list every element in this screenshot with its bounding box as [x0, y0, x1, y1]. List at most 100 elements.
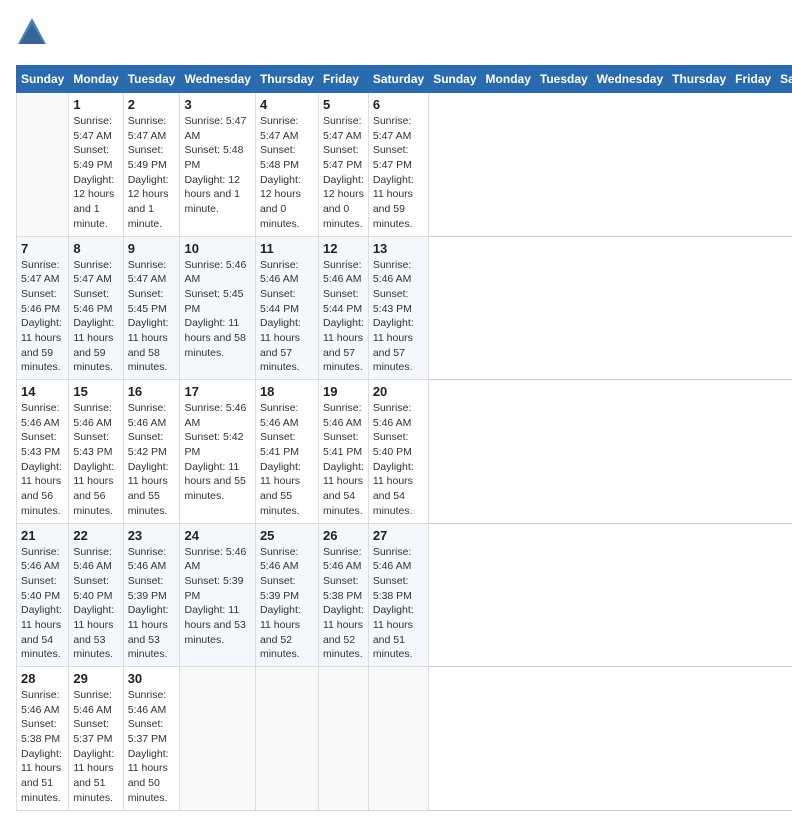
page-header: [16, 16, 776, 53]
day-info: Sunrise: 5:46 AMSunset: 5:38 PMDaylight:…: [21, 688, 64, 806]
day-info: Sunrise: 5:47 AMSunset: 5:48 PMDaylight:…: [260, 114, 314, 232]
day-number: 2: [128, 97, 176, 112]
logo-icon: [16, 16, 48, 53]
day-number: 11: [260, 241, 314, 256]
calendar-cell: [180, 667, 255, 811]
day-info: Sunrise: 5:46 AMSunset: 5:37 PMDaylight:…: [128, 688, 176, 806]
calendar-cell: 22 Sunrise: 5:46 AMSunset: 5:40 PMDayligh…: [69, 523, 123, 667]
calendar-week-row: 1 Sunrise: 5:47 AMSunset: 5:49 PMDaylight…: [17, 93, 792, 237]
day-info: Sunrise: 5:47 AMSunset: 5:46 PMDaylight:…: [21, 258, 64, 376]
calendar-cell: 29 Sunrise: 5:46 AMSunset: 5:37 PMDayligh…: [69, 667, 123, 811]
calendar-cell: 8 Sunrise: 5:47 AMSunset: 5:46 PMDaylight…: [69, 236, 123, 380]
day-number: 7: [21, 241, 64, 256]
weekday-header: Sunday: [17, 66, 69, 93]
weekday-header: Wednesday: [592, 66, 667, 93]
calendar-cell: 30Sunrise: 5:46 AMSunset: 5:37 PMDayligh…: [123, 667, 180, 811]
calendar-cell: 25 Sunrise: 5:46 AMSunset: 5:39 PMDayligh…: [255, 523, 318, 667]
day-info: Sunrise: 5:46 AMSunset: 5:41 PMDaylight:…: [260, 401, 314, 519]
day-info: Sunrise: 5:46 AMSunset: 5:43 PMDaylight:…: [73, 401, 118, 519]
day-number: 5: [323, 97, 364, 112]
day-info: Sunrise: 5:47 AMSunset: 5:47 PMDaylight:…: [373, 114, 424, 232]
day-number: 4: [260, 97, 314, 112]
calendar-cell: 7 Sunrise: 5:47 AMSunset: 5:46 PMDaylight…: [17, 236, 69, 380]
weekday-header: Tuesday: [535, 66, 592, 93]
day-info: Sunrise: 5:46 AMSunset: 5:43 PMDaylight:…: [21, 401, 64, 519]
day-number: 6: [373, 97, 424, 112]
calendar-cell: 1 Sunrise: 5:47 AMSunset: 5:49 PMDaylight…: [69, 93, 123, 237]
day-info: Sunrise: 5:46 AMSunset: 5:42 PMDaylight:…: [128, 401, 176, 519]
day-number: 15: [73, 384, 118, 399]
weekday-header: Monday: [481, 66, 535, 93]
calendar-week-row: 7 Sunrise: 5:47 AMSunset: 5:46 PMDaylight…: [17, 236, 792, 380]
calendar-cell: 26 Sunrise: 5:46 AMSunset: 5:38 PMDayligh…: [318, 523, 368, 667]
day-number: 28: [21, 671, 64, 686]
day-number: 8: [73, 241, 118, 256]
day-info: Sunrise: 5:46 AMSunset: 5:44 PMDaylight:…: [260, 258, 314, 376]
day-number: 16: [128, 384, 176, 399]
weekday-header: Saturday: [776, 66, 792, 93]
calendar-cell: 19Sunrise: 5:46 AMSunset: 5:41 PMDayligh…: [318, 380, 368, 524]
calendar-cell: [255, 667, 318, 811]
day-info: Sunrise: 5:47 AMSunset: 5:46 PMDaylight:…: [73, 258, 118, 376]
day-info: Sunrise: 5:46 AMSunset: 5:40 PMDaylight:…: [21, 545, 64, 663]
calendar-cell: 15 Sunrise: 5:46 AMSunset: 5:43 PMDayligh…: [69, 380, 123, 524]
calendar-cell: 28 Sunrise: 5:46 AMSunset: 5:38 PMDayligh…: [17, 667, 69, 811]
calendar-cell: 16 Sunrise: 5:46 AMSunset: 5:42 PMDayligh…: [123, 380, 180, 524]
weekday-header: Monday: [69, 66, 123, 93]
day-info: Sunrise: 5:46 AMSunset: 5:42 PMDaylight:…: [184, 401, 250, 504]
day-number: 22: [73, 528, 118, 543]
day-number: 20: [373, 384, 424, 399]
calendar-cell: 11 Sunrise: 5:46 AMSunset: 5:44 PMDayligh…: [255, 236, 318, 380]
calendar-cell: 9Sunrise: 5:47 AMSunset: 5:45 PMDaylight…: [123, 236, 180, 380]
day-info: Sunrise: 5:47 AMSunset: 5:49 PMDaylight:…: [128, 114, 176, 232]
day-info: Sunrise: 5:46 AMSunset: 5:38 PMDaylight:…: [323, 545, 364, 663]
day-number: 25: [260, 528, 314, 543]
calendar-cell: 27Sunrise: 5:46 AMSunset: 5:38 PMDayligh…: [368, 523, 428, 667]
calendar-cell: [318, 667, 368, 811]
day-number: 29: [73, 671, 118, 686]
logo: [16, 16, 52, 53]
calendar-cell: 12 Sunrise: 5:46 AMSunset: 5:44 PMDayligh…: [318, 236, 368, 380]
calendar-week-row: 21 Sunrise: 5:46 AMSunset: 5:40 PMDayligh…: [17, 523, 792, 667]
day-number: 21: [21, 528, 64, 543]
calendar-cell: 18 Sunrise: 5:46 AMSunset: 5:41 PMDayligh…: [255, 380, 318, 524]
calendar-cell: 5 Sunrise: 5:47 AMSunset: 5:47 PMDaylight…: [318, 93, 368, 237]
day-info: Sunrise: 5:46 AMSunset: 5:45 PMDaylight:…: [184, 258, 250, 361]
calendar-cell: [368, 667, 428, 811]
day-info: Sunrise: 5:46 AMSunset: 5:41 PMDaylight:…: [323, 401, 364, 519]
weekday-header: Friday: [318, 66, 368, 93]
calendar-cell: 23Sunrise: 5:46 AMSunset: 5:39 PMDayligh…: [123, 523, 180, 667]
calendar-cell: 2 Sunrise: 5:47 AMSunset: 5:49 PMDaylight…: [123, 93, 180, 237]
calendar-cell: 21 Sunrise: 5:46 AMSunset: 5:40 PMDayligh…: [17, 523, 69, 667]
day-number: 12: [323, 241, 364, 256]
day-info: Sunrise: 5:46 AMSunset: 5:43 PMDaylight:…: [373, 258, 424, 376]
day-info: Sunrise: 5:46 AMSunset: 5:37 PMDaylight:…: [73, 688, 118, 806]
day-info: Sunrise: 5:46 AMSunset: 5:44 PMDaylight:…: [323, 258, 364, 376]
day-number: 26: [323, 528, 364, 543]
calendar-cell: [17, 93, 69, 237]
weekday-header: Tuesday: [123, 66, 180, 93]
day-number: 14: [21, 384, 64, 399]
calendar-cell: 13Sunrise: 5:46 AMSunset: 5:43 PMDayligh…: [368, 236, 428, 380]
day-number: 17: [184, 384, 250, 399]
weekday-header: Saturday: [368, 66, 428, 93]
weekday-header: Friday: [731, 66, 776, 93]
day-number: 3: [184, 97, 250, 112]
day-number: 23: [128, 528, 176, 543]
calendar-header-row: SundayMondayTuesdayWednesdayThursdayFrid…: [17, 66, 792, 93]
weekday-header: Thursday: [668, 66, 731, 93]
calendar-cell: 4 Sunrise: 5:47 AMSunset: 5:48 PMDaylight…: [255, 93, 318, 237]
day-info: Sunrise: 5:46 AMSunset: 5:39 PMDaylight:…: [260, 545, 314, 663]
day-number: 24: [184, 528, 250, 543]
calendar-week-row: 28 Sunrise: 5:46 AMSunset: 5:38 PMDayligh…: [17, 667, 792, 811]
calendar-cell: 24Sunrise: 5:46 AMSunset: 5:39 PMDayligh…: [180, 523, 255, 667]
day-info: Sunrise: 5:47 AMSunset: 5:47 PMDaylight:…: [323, 114, 364, 232]
day-number: 1: [73, 97, 118, 112]
day-number: 10: [184, 241, 250, 256]
calendar-cell: 10 Sunrise: 5:46 AMSunset: 5:45 PMDayligh…: [180, 236, 255, 380]
day-number: 18: [260, 384, 314, 399]
weekday-header: Thursday: [255, 66, 318, 93]
day-info: Sunrise: 5:47 AMSunset: 5:49 PMDaylight:…: [73, 114, 118, 232]
weekday-header: Sunday: [429, 66, 481, 93]
day-info: Sunrise: 5:46 AMSunset: 5:40 PMDaylight:…: [73, 545, 118, 663]
